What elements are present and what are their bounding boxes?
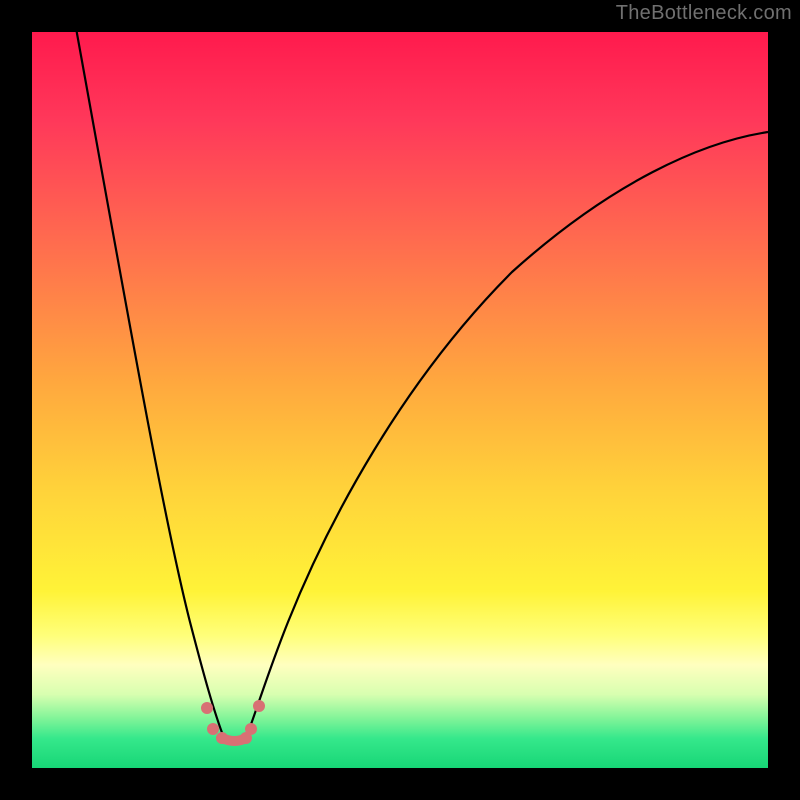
curve-right	[246, 132, 768, 738]
marker-dot	[245, 723, 257, 735]
bottleneck-curve	[32, 32, 768, 768]
marker-dot	[207, 723, 219, 735]
plot-area	[32, 32, 768, 768]
marker-dot	[253, 700, 265, 712]
marker-dot	[216, 732, 228, 744]
curve-left	[76, 32, 224, 738]
marker-dot	[201, 702, 213, 714]
watermark-text: TheBottleneck.com	[616, 2, 792, 25]
